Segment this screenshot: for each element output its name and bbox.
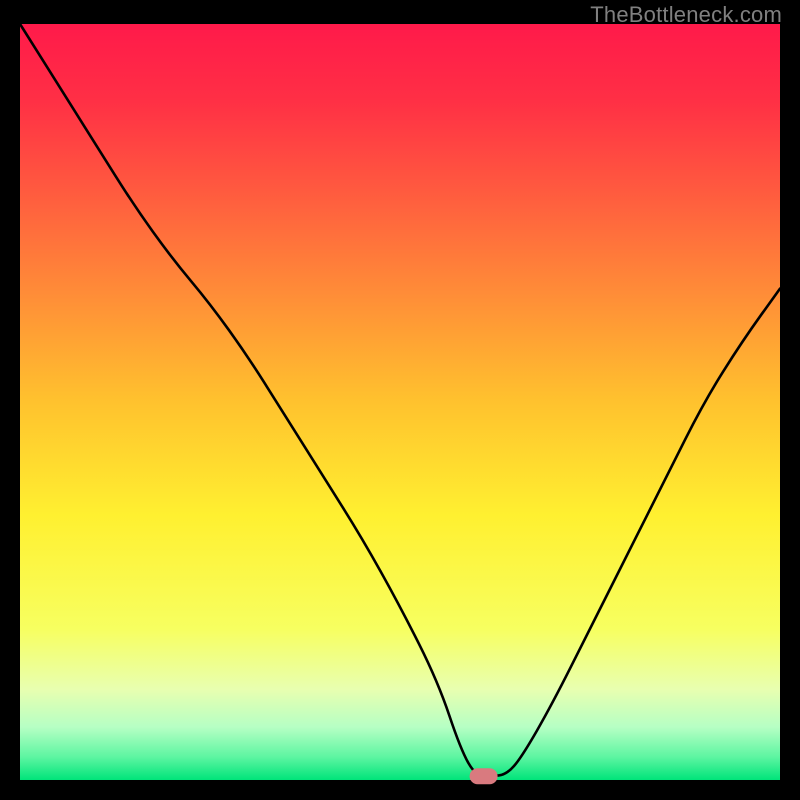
chart-frame: TheBottleneck.com xyxy=(0,0,800,800)
bottleneck-curve-chart xyxy=(0,0,800,800)
optimum-marker xyxy=(470,768,498,784)
plot-background xyxy=(20,24,780,780)
watermark-text: TheBottleneck.com xyxy=(590,2,782,28)
